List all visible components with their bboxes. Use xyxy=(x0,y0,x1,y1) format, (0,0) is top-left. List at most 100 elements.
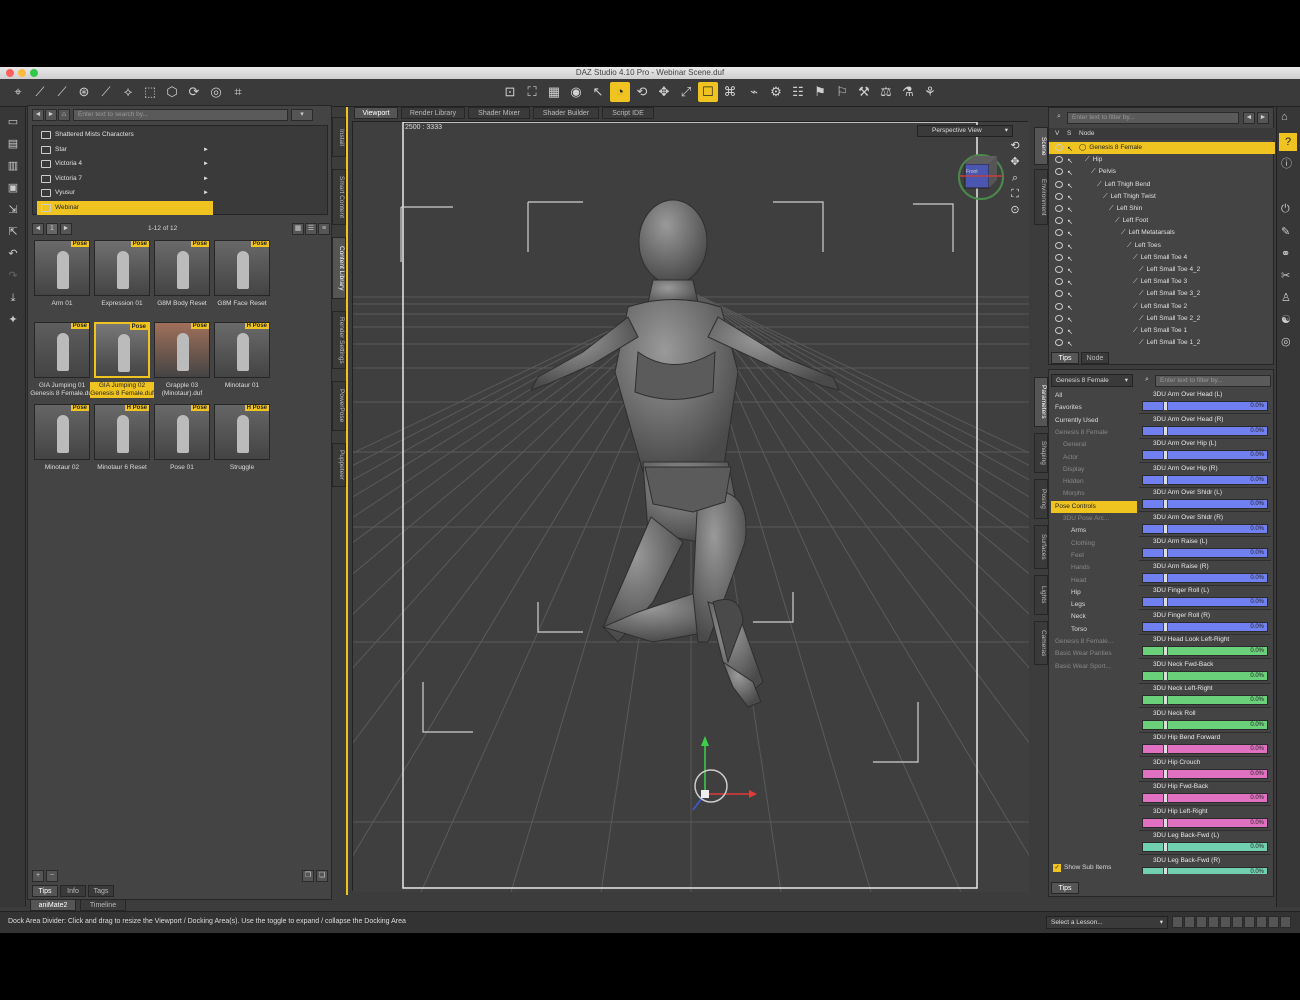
parameter-slider[interactable]: 3DU Neck Fwd-Back 0.0% xyxy=(1139,660,1271,684)
dforce-icon[interactable]: ⤢ xyxy=(676,82,696,102)
figure-select[interactable]: Genesis 8 Female ▾ xyxy=(1051,374,1133,387)
parameter-slider[interactable]: 3DU Leg Back-Fwd (L) 0.0% xyxy=(1139,831,1271,855)
visibility-eye-icon[interactable] xyxy=(1055,339,1063,347)
lesson-step-button[interactable] xyxy=(1208,916,1219,928)
home-icon[interactable]: ⌂ xyxy=(58,109,70,121)
view-details-icon[interactable]: ≡ xyxy=(318,223,330,235)
parameter-value[interactable]: 0.0% xyxy=(1250,451,1264,459)
parameter-value[interactable]: 0.0% xyxy=(1250,696,1264,704)
scene-node[interactable]: ↖ ⟋ Left Small Toe 1 xyxy=(1049,325,1275,337)
vtab-puppeteer[interactable]: Puppeteer xyxy=(332,443,346,487)
slider-track[interactable]: 0.0% xyxy=(1142,572,1268,583)
figure-icon[interactable]: ♙ xyxy=(1281,291,1291,304)
slider-track[interactable]: 0.0% xyxy=(1142,866,1268,874)
vtab-content-library[interactable]: Content Library xyxy=(332,237,346,299)
parameter-slider[interactable]: 3DU Neck Roll 0.0% xyxy=(1139,709,1271,733)
viewport[interactable]: 2500 : 3333 Perspective View ▾ Front ⟲ ✥… xyxy=(352,121,1029,892)
slider-knob[interactable] xyxy=(1163,548,1168,558)
parameter-slider[interactable]: 3DU Arm Over Head (L) 0.0% xyxy=(1139,390,1271,414)
selectable-icon[interactable]: ↖ xyxy=(1067,339,1073,351)
search-options-icon[interactable]: ▾ xyxy=(291,109,313,121)
parameter-slider[interactable]: 3DU Leg Back-Fwd (R) 0.0% xyxy=(1139,856,1271,874)
slider-knob[interactable] xyxy=(1163,621,1168,632)
slider-knob[interactable] xyxy=(1163,842,1168,852)
add-icon[interactable]: + xyxy=(32,870,44,882)
parameter-group[interactable]: General xyxy=(1051,439,1137,451)
rotate-icon[interactable]: ⊛ xyxy=(74,82,94,102)
slider-knob[interactable] xyxy=(1163,768,1168,779)
prev-page-icon[interactable]: ◄ xyxy=(32,223,44,235)
tool-icon[interactable]: ⚒ xyxy=(854,82,874,102)
parameter-group[interactable]: Display xyxy=(1051,464,1137,476)
scene-node[interactable]: ↖ ⟋ Left Small Toe 3 xyxy=(1049,276,1275,288)
parameter-group[interactable]: Currently Used xyxy=(1051,415,1137,427)
parameter-group[interactable]: Neck xyxy=(1051,611,1137,623)
asset-label[interactable]: Pose 01 xyxy=(150,464,214,472)
scene-node[interactable]: ↖ ⟋ Left Thigh Twist xyxy=(1049,191,1275,203)
parameter-group[interactable]: All xyxy=(1051,390,1137,402)
new-file-icon[interactable]: ▭ xyxy=(4,113,22,131)
tab-timeline[interactable]: Timeline xyxy=(80,899,126,911)
visibility-eye-icon[interactable] xyxy=(1055,217,1063,225)
asset-thumbnail[interactable]: Pose xyxy=(94,322,150,378)
tool-icon[interactable]: ⚗ xyxy=(898,82,918,102)
vtab-lights[interactable]: Lights xyxy=(1034,575,1048,615)
slider-knob[interactable] xyxy=(1163,401,1168,411)
parameter-group[interactable]: Morphs xyxy=(1051,488,1137,500)
scene-icon[interactable]: ▦ xyxy=(544,82,564,102)
copy-icon[interactable]: ❐ xyxy=(302,870,314,882)
slider-knob[interactable] xyxy=(1163,572,1168,583)
spot-render-icon[interactable]: ☐ xyxy=(698,82,718,102)
asset-thumbnail[interactable]: Pose xyxy=(34,322,90,378)
asset-label[interactable]: G8M Face Reset xyxy=(210,300,274,308)
parameter-group[interactable]: Legs xyxy=(1051,599,1137,611)
vtab-powerpose[interactable]: PowerPose xyxy=(332,381,346,431)
vtab-cameras[interactable]: Cameras xyxy=(1034,621,1048,665)
parameter-slider[interactable]: 3DU Finger Roll (L) 0.0% xyxy=(1139,586,1271,610)
slider-knob[interactable] xyxy=(1163,523,1168,534)
parameter-value[interactable]: 0.0% xyxy=(1250,500,1264,508)
parameter-value[interactable]: 0.0% xyxy=(1250,549,1264,557)
help-pointer-icon[interactable]: ? xyxy=(1279,133,1297,151)
visibility-eye-icon[interactable] xyxy=(1055,156,1063,164)
slider-knob[interactable] xyxy=(1163,793,1168,803)
visibility-eye-icon[interactable] xyxy=(1055,278,1063,286)
scene-node[interactable]: ↖ ⟋ Left Thigh Bend xyxy=(1049,179,1275,191)
tools-icon[interactable]: ✂ xyxy=(1281,269,1290,282)
render-settings-icon[interactable]: ⛶ xyxy=(522,82,542,102)
universal-tool-icon[interactable]: ⌖ xyxy=(8,82,28,102)
parameter-value[interactable]: 0.0% xyxy=(1250,525,1264,533)
vtab-install[interactable]: Install xyxy=(332,117,346,157)
parameter-group[interactable]: Hip xyxy=(1051,587,1137,599)
vtab-environment[interactable]: Environment xyxy=(1034,169,1048,225)
slider-knob[interactable] xyxy=(1163,866,1168,874)
asset-thumbnail[interactable]: Pose xyxy=(154,240,210,296)
tab-viewport[interactable]: Viewport xyxy=(354,107,398,119)
slider-knob[interactable] xyxy=(1163,695,1168,705)
parameter-slider[interactable]: 3DU Hip Bend Forward 0.0% xyxy=(1139,733,1271,757)
parameter-group[interactable]: 3DU Pose Arc... xyxy=(1051,513,1137,525)
asset-label[interactable]: GIA Jumping 01 Genesis 8 Female.duf xyxy=(30,382,94,398)
parameter-value[interactable]: 0.0% xyxy=(1250,843,1264,851)
parameter-group[interactable]: Favorites xyxy=(1051,402,1137,414)
scene-node[interactable]: ↖ ⟋ Left Toes xyxy=(1049,240,1275,252)
scene-node[interactable]: ↖ ⟋ Left Metatarsals xyxy=(1049,227,1275,239)
dock-divider[interactable] xyxy=(346,107,348,895)
parameter-slider[interactable]: 3DU Arm Raise (R) 0.0% xyxy=(1139,562,1271,586)
asset-thumbnail[interactable]: Pose xyxy=(214,240,270,296)
parameter-group[interactable]: Head xyxy=(1051,575,1137,587)
parameter-value[interactable]: 0.0% xyxy=(1250,819,1264,827)
parameter-slider[interactable]: 3DU Arm Over Shldr (R) 0.0% xyxy=(1139,513,1271,537)
slider-knob[interactable] xyxy=(1163,597,1168,607)
tool-icon[interactable]: ☷ xyxy=(788,82,808,102)
visibility-eye-icon[interactable] xyxy=(1055,253,1063,261)
vtab-smart-content[interactable]: Smart Content xyxy=(332,169,346,225)
parameter-slider[interactable]: 3DU Arm Over Head (R) 0.0% xyxy=(1139,415,1271,439)
visibility-eye-icon[interactable] xyxy=(1055,229,1063,237)
slider-knob[interactable] xyxy=(1163,719,1168,730)
pan-icon[interactable]: ✥ xyxy=(1008,154,1022,170)
visibility-eye-icon[interactable] xyxy=(1055,266,1063,273)
slider-track[interactable]: 0.0% xyxy=(1142,548,1268,558)
tool-icon[interactable]: ⚘ xyxy=(920,82,940,102)
parameter-value[interactable]: 0.0% xyxy=(1250,770,1264,778)
